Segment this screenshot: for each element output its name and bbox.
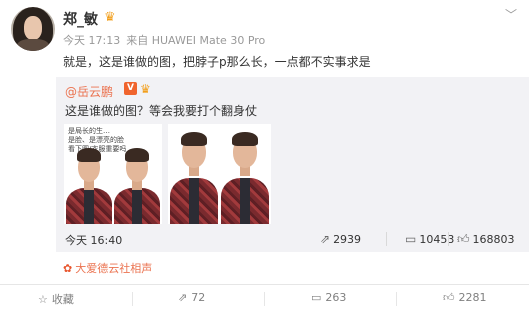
thumbs-up-icon: 👍︎ <box>457 232 470 246</box>
repost-button[interactable]: ⇗ 72 <box>178 291 205 304</box>
image-caption-line: 是局长的生… <box>68 127 110 135</box>
repost-card[interactable]: @岳云鹏 V ♛ 这是谁做的图？等会我要打个翻身仗 是局长的生… 是脸、是漂亮的… <box>56 77 529 252</box>
post-meta: 今天 17:13 来自 HUAWEI Mate 30 Pro <box>63 32 271 48</box>
author-name[interactable]: 郑_敏 <box>63 9 98 29</box>
repost-count: 2939 <box>333 233 362 246</box>
repost-text: 这是谁做的图？等会我要打个翻身仗 <box>65 104 258 118</box>
repost-like-count[interactable]: 👍︎ 168803 <box>457 232 515 247</box>
star-icon: ☆ <box>38 293 48 306</box>
post-time[interactable]: 今天 17:13 <box>63 34 120 47</box>
like-label: 2281 <box>458 291 487 304</box>
divider <box>132 292 133 306</box>
verified-badge-icon: V <box>124 82 137 95</box>
crown-icon: ♛ <box>140 82 151 96</box>
post-source: 来自 HUAWEI Mate 30 Pro <box>126 34 266 47</box>
repost-share-count[interactable]: ⇗ 2939 <box>320 232 361 246</box>
favorite-button[interactable]: ☆ 收藏 <box>38 291 74 307</box>
comment-button[interactable]: ▭ 263 <box>311 291 346 304</box>
divider <box>448 232 449 246</box>
divider <box>386 232 387 246</box>
person-figure <box>114 148 160 224</box>
share-icon: ⇗ <box>178 291 188 304</box>
avatar-face <box>24 16 42 40</box>
crown-icon: ♛ <box>104 10 116 25</box>
avatar-body <box>17 39 49 51</box>
comment-icon: ▭ <box>311 291 322 304</box>
action-bar: ☆ 收藏 ⇗ 72 ▭ 263 👍︎ 2281 <box>0 284 529 311</box>
like-count: 168803 <box>472 233 515 246</box>
repost-author[interactable]: @岳云鹏 <box>65 83 113 100</box>
comment-label: 263 <box>325 291 347 304</box>
repost-comment-count[interactable]: ▭ 10453 <box>405 232 454 246</box>
tag-label: 大爱德云社相声 <box>75 262 153 275</box>
repost-image-2[interactable] <box>168 124 271 224</box>
flower-icon: ✿ <box>63 262 73 275</box>
avatar[interactable] <box>11 7 55 51</box>
repost-label: 72 <box>191 291 206 304</box>
weibo-post: 郑_敏 ♛ ﹀ 今天 17:13 来自 HUAWEI Mate 30 Pro 就是… <box>0 0 529 311</box>
post-text: 就是，这是谁做的图，把脖子p那么长，一点都不实事求是 <box>63 55 371 69</box>
share-icon: ⇗ <box>320 232 331 246</box>
image-caption-line: 是脸、是漂亮的脸 <box>68 136 124 144</box>
tag-link[interactable]: ✿ 大爱德云社相声 <box>63 260 152 276</box>
thumbs-up-icon: 👍︎ <box>443 291 455 304</box>
like-button[interactable]: 👍︎ 2281 <box>443 291 487 304</box>
comment-count: 10453 <box>419 233 455 246</box>
comment-icon: ▭ <box>405 232 417 246</box>
divider <box>396 292 397 306</box>
person-figure <box>221 132 269 224</box>
repost-time[interactable]: 今天 16:40 <box>65 232 122 248</box>
person-figure <box>170 132 218 224</box>
divider <box>264 292 265 306</box>
favorite-label: 收藏 <box>51 293 74 306</box>
repost-image-1[interactable]: 是局长的生… 是脸、是漂亮的脸 看下图/衣服重要吗 <box>64 124 162 224</box>
person-figure <box>66 148 112 224</box>
chevron-down-icon[interactable]: ﹀ <box>505 6 517 23</box>
